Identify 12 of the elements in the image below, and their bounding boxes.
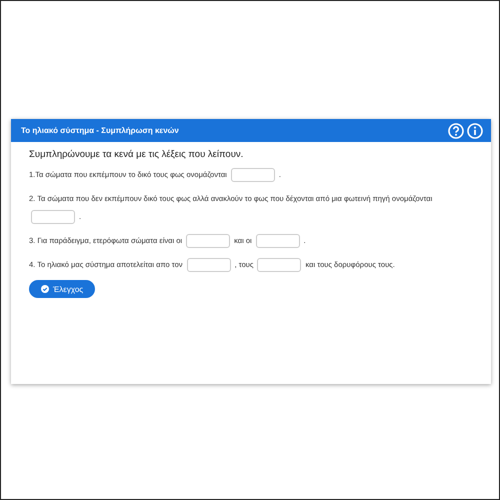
blank-field[interactable]	[257, 258, 302, 272]
blank-field[interactable]	[230, 168, 275, 182]
blank-field[interactable]	[186, 258, 231, 272]
blank-field[interactable]	[31, 210, 75, 224]
check-button[interactable]: Έλεγχος	[29, 280, 96, 298]
info-icon[interactable]	[467, 122, 483, 138]
check-icon	[41, 285, 49, 293]
help-icon[interactable]	[448, 122, 464, 138]
instruction-text: Συμπληρώνουμε τα κενά με τις λέξεις που λείπουν.	[29, 149, 244, 160]
blank-field[interactable]	[256, 234, 300, 248]
blank-field[interactable]	[186, 234, 230, 248]
panel-title: Το ηλιακό σύστημα - Συμπλήρωση κενών	[21, 126, 179, 135]
